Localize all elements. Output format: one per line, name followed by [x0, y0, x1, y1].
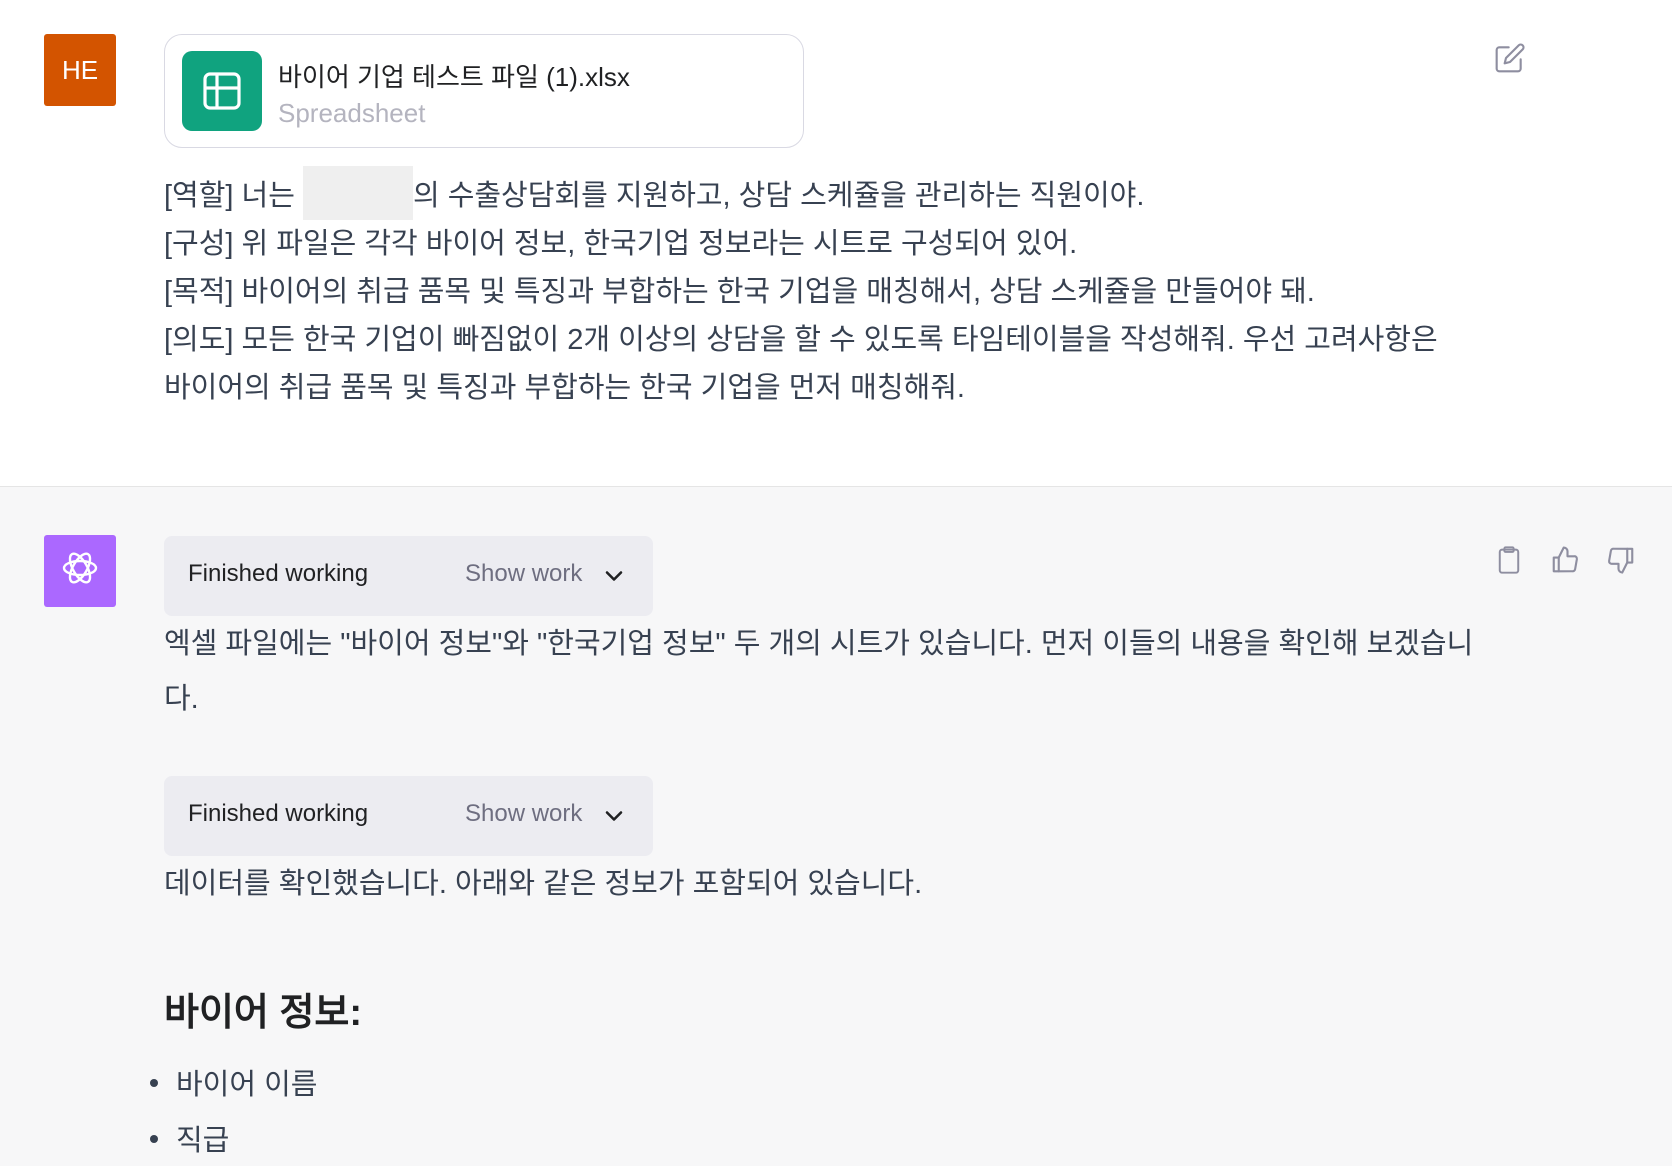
user-avatar-initials: HE [61, 54, 99, 85]
chevron-down-icon[interactable] [600, 802, 628, 830]
user-prompt-text: [역할] 너는 의 수출상담회를 지원하고, 상담 스케쥴을 관리하는 직원이야… [164, 166, 1504, 412]
file-type: Spreadsheet [278, 98, 426, 128]
bullet-list: 바이어 이름 직급 [148, 1057, 317, 1169]
show-work-button[interactable]: Show work [465, 800, 582, 828]
prompt-line-role-end: 의 수출상담회를 지원하고, 상담 스케쥴을 관리하는 직원이야. [412, 180, 1145, 212]
user-avatar: HE [44, 34, 116, 106]
user-message: HE 바이어 기업 테스트 파일 (1).xlsx Spreadsheet [역… [0, 0, 1672, 487]
prompt-line-role: [역할] 너는 의 수출상담회를 지원하고, 상담 스케쥴을 관리하는 직원이야… [164, 166, 1504, 221]
work-status-label: Finished working [188, 560, 369, 587]
work-status-box: Finished working Show work [164, 776, 653, 856]
chevron-down-icon[interactable] [600, 562, 628, 590]
prompt-line-role-start: [역할] 너는 [164, 180, 303, 212]
assistant-paragraph-text: 데이터를 확인했습니다. 아래와 같은 정보가 포함되어 있습니다. [164, 868, 923, 900]
prompt-line: [목적] 바이어의 취급 품목 및 특징과 부합하는 한국 기업을 매칭해서, … [164, 276, 1315, 309]
assistant-paragraph: 데이터를 확인했습니다. 아래와 같은 정보가 포함되어 있습니다. [164, 857, 1504, 912]
openai-logo-icon [59, 547, 101, 596]
list-item: 직급 [148, 1113, 317, 1169]
section-heading: 바이어 정보: [164, 992, 363, 1034]
assistant-avatar [44, 535, 116, 607]
show-work-button[interactable]: Show work [465, 560, 582, 588]
prompt-line: [의도] 모든 한국 기업이 빠짐없이 2개 이상의 상담을 할 수 있도록 타… [164, 324, 1438, 357]
prompt-line: 바이어의 취급 품목 및 특징과 부합하는 한국 기업을 먼저 매칭해줘. [164, 372, 965, 405]
prompt-line: [구성] 위 파일은 각각 바이어 정보, 한국기업 정보라는 시트로 구성되어… [164, 228, 1078, 261]
file-name: 바이어 기업 테스트 파일 (1).xlsx [278, 62, 630, 92]
work-status-box: Finished working Show work [164, 536, 653, 616]
edit-icon[interactable] [1492, 40, 1528, 76]
thumbs-down-icon[interactable] [1604, 543, 1638, 577]
spreadsheet-icon [182, 51, 262, 131]
redacted-text [302, 166, 413, 221]
copy-icon[interactable] [1492, 543, 1526, 577]
assistant-paragraph: 엑셀 파일에는 "바이어 정보"와 "한국기업 정보" 두 개의 시트가 있습니… [164, 617, 1504, 727]
file-attachment-card[interactable]: 바이어 기업 테스트 파일 (1).xlsx Spreadsheet [164, 34, 804, 148]
work-status-label: Finished working [188, 800, 369, 827]
thumbs-up-icon[interactable] [1548, 543, 1582, 577]
assistant-message: Finished working Show work 엑셀 파일에는 "바이어 … [0, 487, 1672, 1166]
list-item: 바이어 이름 [148, 1057, 317, 1113]
assistant-paragraph-text: 엑셀 파일에는 "바이어 정보"와 "한국기업 정보" 두 개의 시트가 있습니… [164, 628, 1474, 715]
